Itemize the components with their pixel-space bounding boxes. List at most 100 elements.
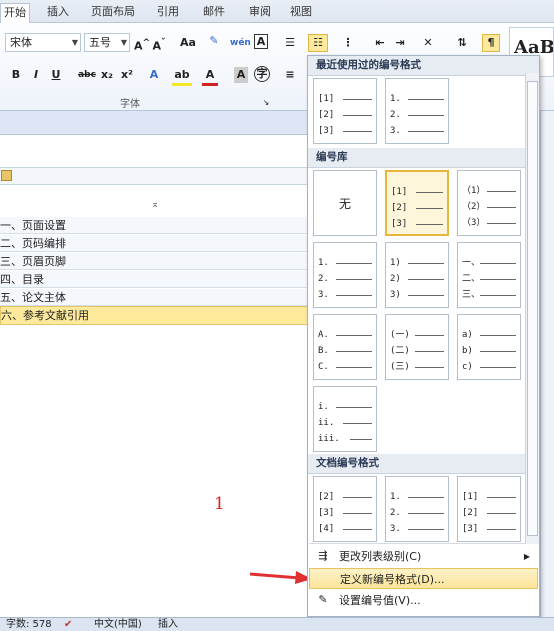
numbering-marker: 1.	[390, 94, 401, 104]
font-size-value: 五号	[89, 36, 111, 49]
define-new-format-item[interactable]: 定义新编号格式(D)...	[309, 568, 538, 589]
text-placeholder-line	[350, 439, 372, 440]
decrease-indent-icon[interactable]: ⇤	[373, 35, 387, 51]
text-placeholder-line	[487, 497, 516, 498]
text-placeholder-line	[480, 263, 516, 264]
tab-review[interactable]: 审阅	[242, 3, 278, 23]
italic-icon[interactable]: I	[30, 67, 42, 83]
recent-format-option[interactable]: 1. 2. 3.	[385, 78, 449, 144]
change-level-label: 更改列表级别(C)	[339, 550, 422, 563]
numbering-line: ii.	[318, 417, 372, 429]
shrink-font-icon[interactable]: Aˇ	[152, 35, 166, 55]
change-list-level-item[interactable]: ⇶ 更改列表级别(C) ▶	[309, 546, 538, 567]
nav-item-selected[interactable]: 六、参考文献引用	[0, 306, 310, 325]
numbering-marker: C.	[318, 362, 329, 372]
library-header: 编号库	[308, 148, 539, 168]
tab-home[interactable]: 开始	[0, 3, 30, 24]
numbering-icon[interactable]: ☷	[308, 34, 328, 52]
change-case-icon[interactable]: Aa	[176, 35, 200, 51]
library-format-option[interactable]: A. B. C.	[313, 314, 377, 380]
char-border-icon[interactable]: A	[254, 34, 268, 49]
numbering-marker: [2]	[462, 508, 479, 518]
document-format-option[interactable]: 1. 2. 3.	[385, 476, 449, 542]
document-format-option[interactable]: [2] [3] [4]	[313, 476, 377, 542]
underline-icon[interactable]: U	[50, 67, 62, 83]
library-format-option[interactable]: 1. 2. 3.	[313, 242, 377, 308]
font-name-combo[interactable]: 宋体 ▼	[5, 33, 81, 52]
text-placeholder-line	[408, 497, 444, 498]
tab-view[interactable]: 视图	[286, 3, 316, 23]
numbering-marker: b)	[462, 346, 473, 356]
phonetic-icon[interactable]: wén	[230, 35, 251, 51]
numbering-marker: 3.	[390, 126, 401, 136]
highlight-icon[interactable]: ab	[172, 67, 192, 86]
recent-format-option[interactable]: [1] [2] [3]	[313, 78, 377, 144]
bullets-icon[interactable]: ☰	[283, 35, 297, 51]
font-color-icon[interactable]: A	[202, 67, 218, 86]
document-format-option[interactable]: [1] [2] [3]	[457, 476, 521, 542]
text-placeholder-line	[487, 207, 516, 208]
clear-format-icon[interactable]: ✎	[206, 33, 222, 49]
numbering-marker: A.	[318, 330, 329, 340]
dropdown-scrollbar[interactable]	[525, 73, 539, 544]
numbering-line: b)	[462, 345, 516, 357]
tab-insert[interactable]: 插入	[40, 3, 76, 23]
bold-icon[interactable]: B	[10, 67, 22, 83]
set-value-label: 设置编号值(V)...	[339, 594, 421, 607]
nav-item[interactable]: 二、页码编排	[0, 235, 310, 252]
strikethrough-icon[interactable]: abc	[78, 67, 96, 83]
text-placeholder-line	[343, 497, 372, 498]
numbering-marker: 1)	[390, 258, 401, 268]
proofing-icon[interactable]: ✔	[64, 618, 72, 631]
font-size-combo[interactable]: 五号 ▼	[84, 33, 130, 52]
subscript-icon[interactable]: x₂	[100, 67, 114, 83]
numbering-line: [1]	[391, 186, 443, 198]
word-count[interactable]: 字数: 578	[6, 618, 52, 631]
nav-item[interactable]: 一、页面设置	[0, 217, 310, 234]
library-format-option[interactable]: [1] [2] [3]	[385, 170, 449, 236]
chinese-layout-icon[interactable]: ✕	[420, 35, 436, 51]
increase-indent-icon[interactable]: ⇥	[393, 35, 407, 51]
align-left-icon[interactable]: ≡	[283, 67, 297, 83]
char-shading-icon[interactable]: A	[234, 67, 248, 83]
tab-references[interactable]: 引用	[150, 3, 186, 23]
superscript-icon[interactable]: x²	[120, 67, 134, 83]
library-format-option[interactable]: (一) (二) (三)	[385, 314, 449, 380]
numbering-line: A.	[318, 329, 372, 341]
language[interactable]: 中文(中国)	[94, 618, 142, 631]
nav-item[interactable]: 四、目录	[0, 271, 310, 288]
nav-item[interactable]: 五、论文主体	[0, 289, 310, 306]
grid-icon[interactable]	[1, 170, 12, 181]
multilevel-icon[interactable]: ⋮	[340, 35, 356, 51]
text-placeholder-line	[343, 423, 372, 424]
nav-item[interactable]: 三、页眉页脚	[0, 253, 310, 270]
scroll-thumb[interactable]	[527, 81, 538, 536]
library-format-option[interactable]: 1) 2) 3)	[385, 242, 449, 308]
numbering-line: 1.	[390, 93, 444, 105]
tab-mailings[interactable]: 邮件	[196, 3, 232, 23]
set-numbering-value-item[interactable]: ✎ 设置编号值(V)...	[309, 590, 538, 611]
numbering-marker: [2]	[318, 492, 335, 502]
numbering-marker: [2]	[391, 203, 408, 213]
font-group-label: 字体	[120, 99, 140, 110]
tab-page-layout[interactable]: 页面布局	[88, 3, 138, 23]
sort-icon[interactable]: ⇅	[455, 35, 469, 51]
numbering-line: [1]	[318, 93, 372, 105]
ribbon-tabs: 开始 插入 页面布局 引用 邮件 审阅 视图	[0, 0, 554, 24]
library-format-option[interactable]: （1） （2） （3）	[457, 170, 521, 236]
show-marks-icon[interactable]: ¶	[482, 34, 500, 52]
library-format-option[interactable]: a) b) c)	[457, 314, 521, 380]
numbering-marker: iii.	[318, 434, 340, 444]
numbering-none-option[interactable]: 无	[313, 170, 377, 236]
library-format-option[interactable]: i. ii. iii.	[313, 386, 377, 452]
divider	[309, 543, 538, 544]
numbering-marker: [1]	[391, 187, 408, 197]
grow-font-icon[interactable]: A^	[134, 35, 150, 55]
text-effect-icon[interactable]: A	[146, 67, 162, 83]
dialog-launcher-icon[interactable]: ↘	[262, 95, 270, 111]
collapse-icon[interactable]: ⌅	[0, 198, 310, 212]
enclose-char-icon[interactable]: 字	[254, 66, 270, 82]
insert-mode[interactable]: 插入	[158, 618, 178, 631]
text-placeholder-line	[487, 223, 516, 224]
library-format-option[interactable]: 一、 二、 三、	[457, 242, 521, 308]
